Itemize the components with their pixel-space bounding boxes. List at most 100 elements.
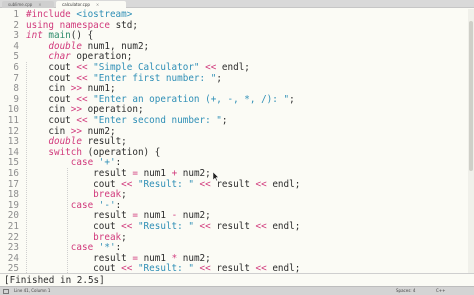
line-number: 6 [13,62,19,73]
code-token: : [115,242,122,254]
code-token: num2; [87,125,116,137]
line-number: 21 [7,221,19,232]
code-token: namespace [59,19,116,31]
code-token: double [48,40,88,52]
code-token: break [93,231,122,243]
code-token: int [26,30,49,42]
scrollbar-thumb[interactable] [469,21,473,171]
code-token: << [205,62,222,73]
code-token: break [93,189,122,201]
code-token: result [26,210,133,222]
code-token: cin [26,125,71,137]
status-bar: Line 41, Column 1 Spaces: 4 C++ [0,286,474,295]
code-token: "Result: " [137,221,200,232]
code-token: : [115,157,122,169]
code-token: << [199,263,217,273]
code-token: '-' [98,199,116,211]
code-token: case [70,199,99,211]
code-token: (operation) { [87,146,161,158]
code-token: std; [115,19,138,31]
code-token: ; [221,115,228,126]
code-text: cout << "Result: " << result << endl; [26,264,300,273]
code-token: * [171,252,183,264]
line-number: 25 [7,263,19,273]
indentation-setting[interactable]: Spaces: 4 [396,287,415,295]
code-token: num1 [143,252,172,264]
code-token: : [115,199,122,211]
code-token: = [132,210,144,222]
code-token: + [171,168,183,179]
code-token: #include [26,9,77,20]
code-token: >> [70,125,88,137]
code-token: << [255,178,273,190]
code-token: >> [70,104,88,116]
code-token: << [255,221,273,232]
code-token: num1, num2; [87,40,150,52]
code-token: <iostream> [76,9,133,20]
close-icon[interactable]: × [96,2,99,7]
code-line[interactable]: 25 cout << "Result: " << result << endl; [0,264,460,273]
vertical-scrollbar[interactable] [468,9,474,273]
code-token: << [199,221,217,232]
build-output-panel: [Finished in 2.5s] [0,273,474,286]
code-token: case [70,157,99,169]
code-token: ; [289,93,295,105]
code-token: num2; [182,210,211,222]
code-token: << [121,221,138,232]
tab-label: calculator.cpp [62,2,90,7]
panel-icon[interactable] [3,289,9,294]
code-token: cout [26,115,77,126]
line-number: 11 [7,115,19,126]
code-token: char [48,51,77,63]
tab-sublime-cpp[interactable]: sublime.cpp × [2,1,54,8]
code-token: cout [26,62,77,73]
code-token: num1 [143,210,172,222]
tab-bar: sublime.cpp × calculator.cpp × [0,0,474,8]
code-token: cin [26,83,71,95]
code-token: "Simple Calculator" [93,62,206,73]
code-token: '*' [98,242,116,254]
code-token: endl; [221,62,250,73]
line-number: 1 [13,9,19,20]
code-token: operation; [76,51,133,63]
code-token: switch [48,146,88,158]
code-token: cout [26,178,122,190]
cursor-icon [213,172,219,181]
code-token: << [121,178,138,190]
code-token: operation; [87,104,144,116]
code-token: cout [26,221,122,232]
code-token: << [76,62,94,73]
syntax-setting[interactable]: C++ [436,287,446,295]
code-token: >> [70,83,88,95]
code-token: "Result: " [137,178,200,190]
code-token: ; [121,189,127,201]
build-output-text: [Finished in 2.5s] [4,275,105,286]
code-token: ; [121,231,127,243]
code-token: cout [26,93,77,105]
code-token: cout [26,72,77,84]
line-number: 16 [7,168,19,179]
code-editor[interactable]: 1 #include <iostream> 2 using namespace std… [0,9,474,273]
code-token: result [216,178,256,190]
code-token: = [132,252,144,264]
close-icon[interactable]: × [38,2,41,7]
code-token: cout [26,263,122,273]
code-token: num2; [182,168,211,179]
code-token: "Result: " [137,263,200,273]
tab-label: sublime.cpp [8,2,33,7]
code-token: num1 [143,168,172,179]
code-token: main [48,30,71,42]
code-token: << [255,263,273,273]
code-token: using [26,19,60,31]
tab-calculator-cpp[interactable]: calculator.cpp × [56,1,126,8]
code-token: result [26,252,133,264]
code-token: << [76,72,94,84]
code-token: << [121,263,138,273]
cursor-position: Line 41, Column 1 [14,288,51,293]
code-token: "Enter an operation (+, -, *, /): " [93,93,290,105]
